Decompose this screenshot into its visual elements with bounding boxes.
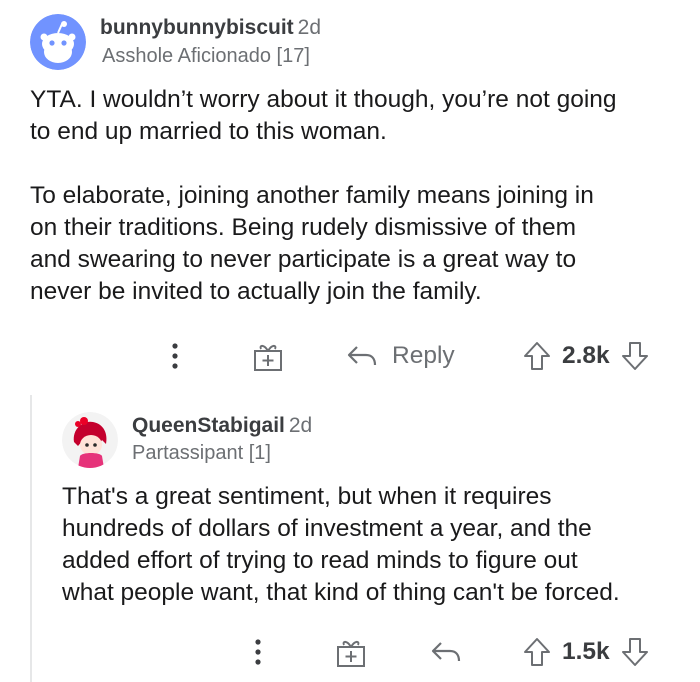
more-options-icon: [172, 343, 178, 369]
vote-controls: 1.5k: [522, 635, 650, 669]
avatar[interactable]: [30, 14, 86, 70]
downvote-arrow-icon[interactable]: [620, 635, 650, 669]
reply-arrow-icon: [347, 346, 377, 366]
custom-avatar-icon: [62, 412, 118, 468]
more-options-icon: [255, 639, 261, 665]
username-text[interactable]: bunnybunnybiscuit: [100, 16, 294, 39]
reply-label[interactable]: Reply: [392, 342, 455, 370]
user-flair: Partassipant [1]: [132, 442, 271, 464]
upvote-arrow-icon[interactable]: [522, 339, 552, 373]
vote-controls: 2.8k: [522, 339, 650, 373]
comment-paragraph: YTA. I wouldn’t worry about it though, y…: [30, 86, 617, 145]
username-text[interactable]: QueenStabigail: [132, 414, 285, 437]
comment-body: YTA. I wouldn’t worry about it though, y…: [30, 84, 690, 308]
comment-body: That's a great sentiment, but when it re…: [62, 481, 692, 609]
award-gift-icon: [254, 344, 282, 371]
award-gift-icon: [337, 640, 365, 667]
comment-actions: Reply 2.8k: [0, 336, 700, 376]
reply-button[interactable]: [430, 635, 462, 669]
more-options-button[interactable]: [246, 636, 270, 668]
snoo-avatar-icon: [30, 14, 86, 70]
comment-paragraph: To elaborate, joining another family mea…: [30, 182, 594, 305]
user-flair: Asshole Aficionado [17]: [102, 45, 310, 67]
comment-actions: 1.5k: [0, 632, 700, 672]
comment-age: 2d: [297, 16, 322, 39]
upvote-arrow-icon[interactable]: [522, 635, 552, 669]
reply-button[interactable]: Reply: [346, 339, 455, 373]
vote-score: 1.5k: [562, 638, 610, 665]
avatar[interactable]: [62, 412, 118, 468]
more-options-button[interactable]: [163, 340, 187, 372]
comment-paragraph: That's a great sentiment, but when it re…: [62, 483, 620, 606]
comment-author[interactable]: QueenStabigail 2d: [132, 414, 312, 438]
award-button[interactable]: [334, 636, 368, 670]
downvote-arrow-icon[interactable]: [620, 339, 650, 373]
vote-score: 2.8k: [562, 342, 610, 369]
comment-author[interactable]: bunnybunnybiscuit 2d: [100, 16, 321, 40]
comment-age: 2d: [288, 414, 313, 437]
reply-arrow-icon: [431, 642, 461, 662]
award-button[interactable]: [251, 340, 285, 374]
